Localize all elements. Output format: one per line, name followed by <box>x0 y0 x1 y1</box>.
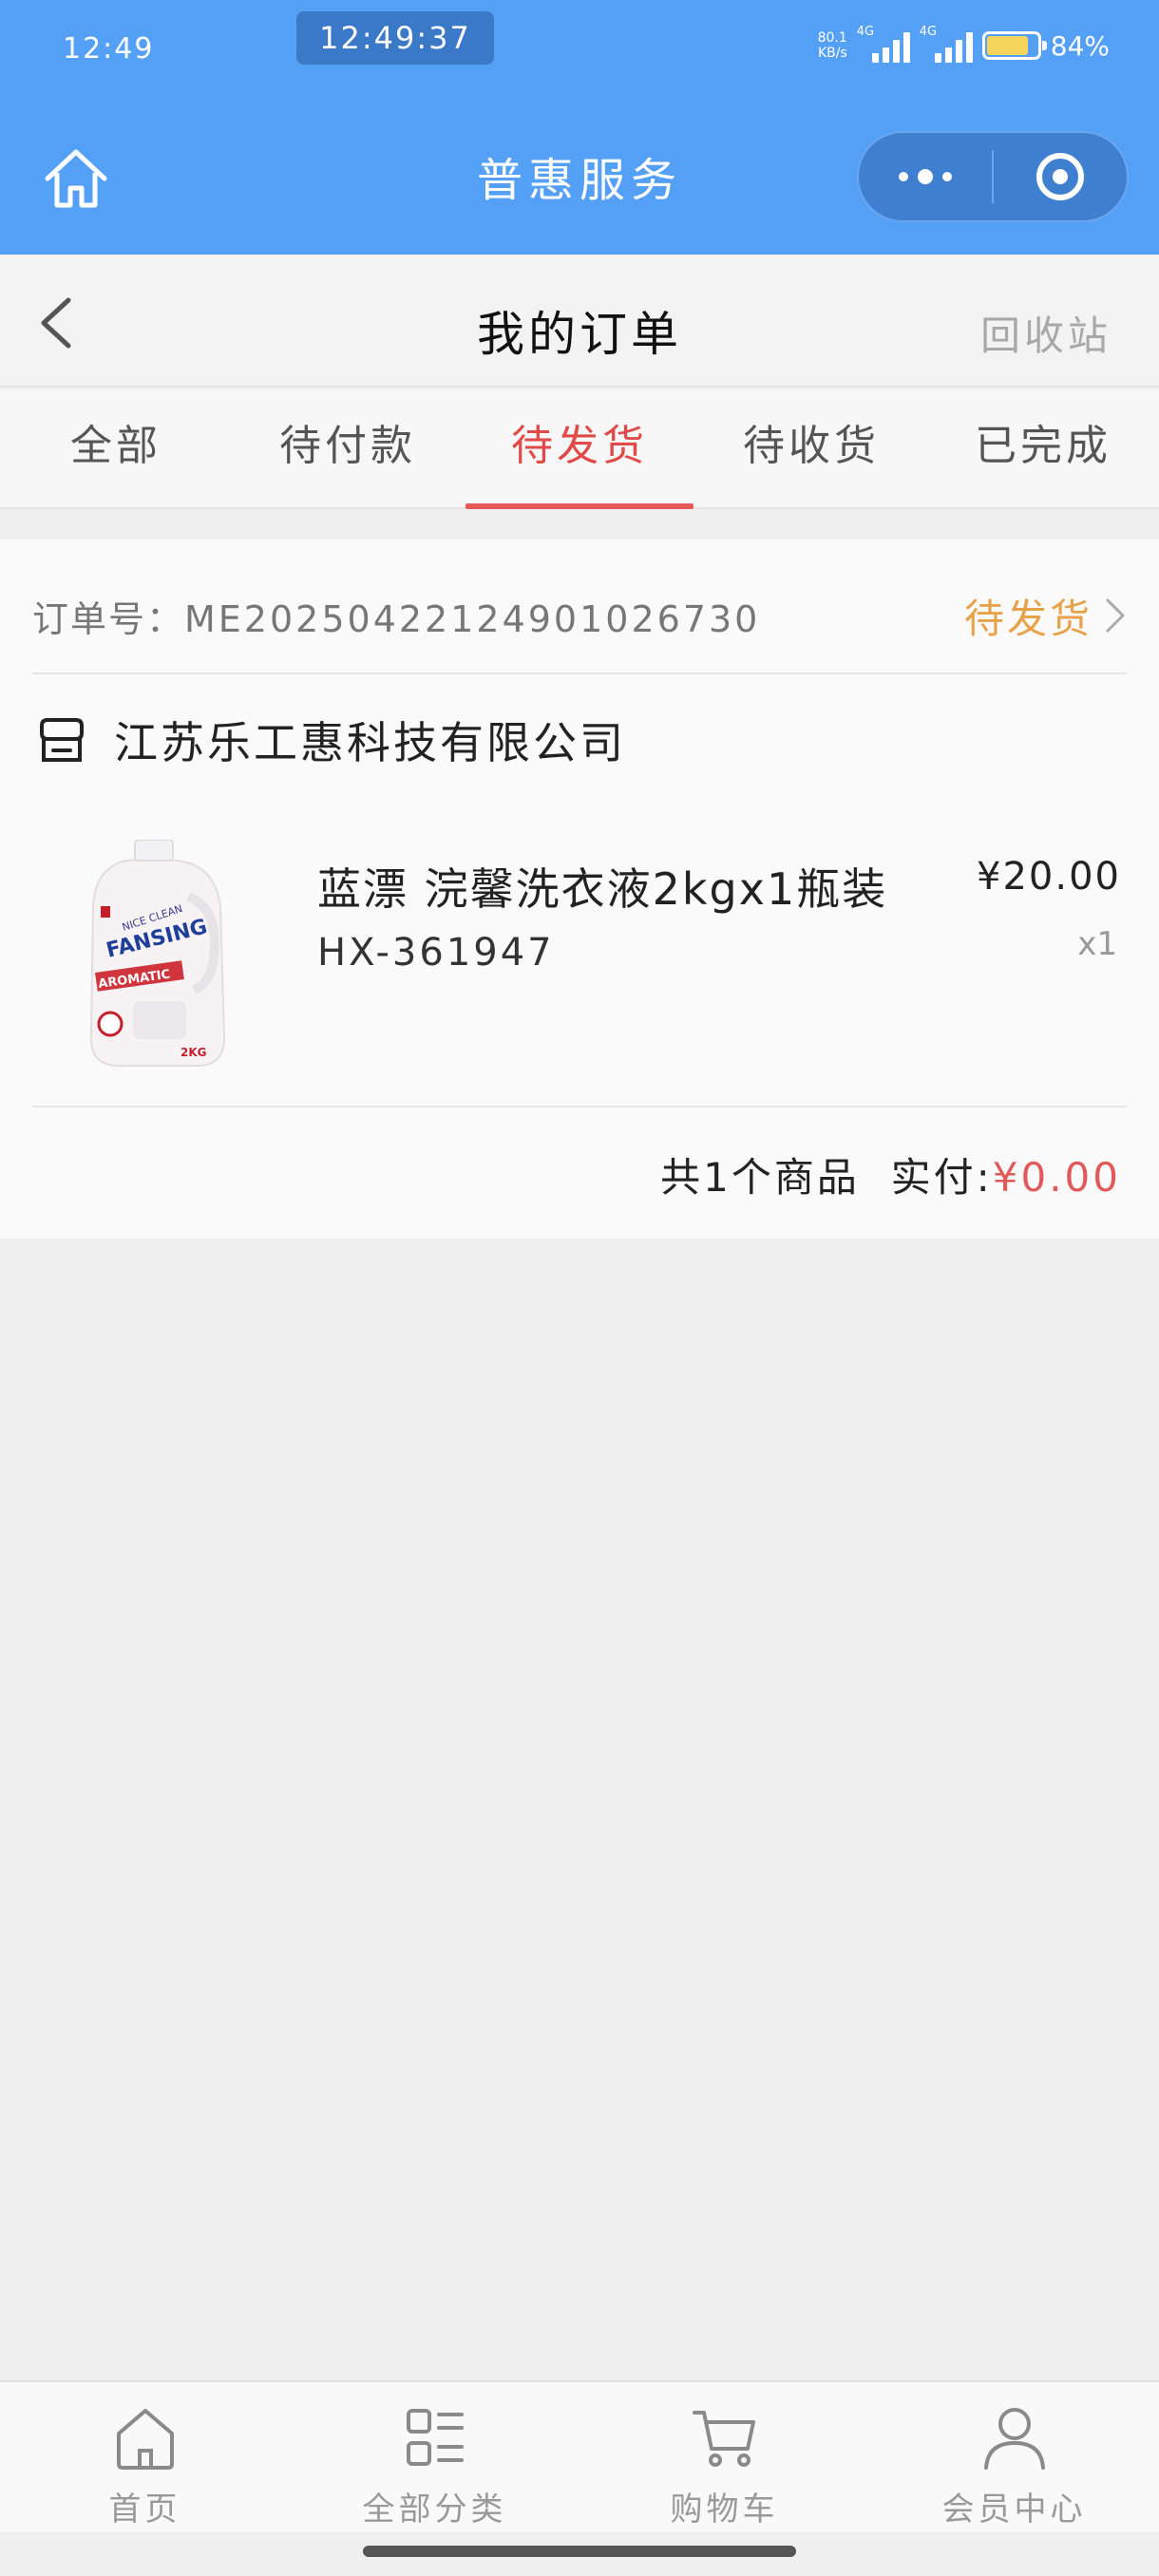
product-spec: HX-361947 <box>317 931 555 975</box>
svg-text:2KG: 2KG <box>180 1046 207 1059</box>
bottom-tab-cart[interactable]: 购物车 <box>580 2382 869 2532</box>
clock-overlay: 12:49:37 <box>296 11 494 65</box>
divider <box>32 1106 1127 1108</box>
bottom-tab-member[interactable]: 会员中心 <box>869 2382 1159 2532</box>
chevron-right-icon <box>1106 598 1125 633</box>
status-indicators: 80.1 KB/s 4G 4G 84% <box>817 25 1110 63</box>
tab-completed[interactable]: 已完成 <box>927 389 1159 507</box>
divider <box>32 672 1127 674</box>
order-summary: 共1个商品 实付:¥0.00 <box>660 1154 1121 1201</box>
bottom-tab-bar: 首页 全部分类 购物车 会员中心 <box>0 2380 1159 2532</box>
page-nav: 我的订单 回收站 <box>0 255 1159 388</box>
bottom-tab-home[interactable]: 首页 <box>0 2382 290 2532</box>
status-time: 12:49 <box>63 32 155 66</box>
store-icon <box>40 718 84 762</box>
order-header: 订单号：ME20250422124901026730 待发货 <box>32 578 1127 653</box>
category-icon <box>406 2409 464 2466</box>
shop-row[interactable]: 江苏乐工惠科技有限公司 <box>36 709 626 771</box>
more-dots-icon[interactable] <box>859 133 992 220</box>
tab-pending-payment[interactable]: 待付款 <box>232 389 464 507</box>
user-icon <box>983 2408 1045 2470</box>
order-status[interactable]: 待发货 <box>964 587 1127 645</box>
capsule-menu <box>857 131 1129 222</box>
tab-pending-shipment[interactable]: 待发货 <box>464 389 695 509</box>
shop-name: 江苏乐工惠科技有限公司 <box>114 717 626 768</box>
order-tabs: 全部 待付款 待发货 待收货 已完成 <box>0 389 1159 509</box>
tab-all[interactable]: 全部 <box>0 389 232 507</box>
recycle-bin-link[interactable]: 回收站 <box>980 304 1112 362</box>
tab-pending-receipt[interactable]: 待收货 <box>695 389 927 507</box>
product-price: ¥20.00 <box>977 855 1121 899</box>
battery-icon <box>981 31 1047 60</box>
signal-icon: 4G <box>857 25 910 63</box>
net-speed: 80.1 KB/s <box>817 30 847 61</box>
cart-icon <box>692 2411 755 2467</box>
detergent-bottle-image[interactable]: NICE CLEAN FANSING AROMATIC 2KG <box>82 839 234 1071</box>
target-close-icon[interactable] <box>994 133 1127 220</box>
order-card[interactable]: 订单号：ME20250422124901026730 待发货 江苏乐工惠科技有限… <box>0 540 1159 1239</box>
paid-amount: ¥0.00 <box>992 1154 1121 1201</box>
home-icon <box>116 2409 174 2470</box>
signal-icon: 4G <box>920 25 973 63</box>
bottom-tab-categories[interactable]: 全部分类 <box>290 2382 580 2532</box>
order-number: 订单号：ME20250422124901026730 <box>32 597 761 640</box>
product-quantity: x1 <box>1077 925 1117 963</box>
product-name[interactable]: 蓝漂 浣馨洗衣液2kgx1瓶装 <box>317 855 887 918</box>
home-indicator[interactable] <box>363 2546 796 2557</box>
battery-percent: 84% <box>1050 29 1110 62</box>
mini-program-header: 12:49 12:49:37 80.1 KB/s 4G 4G 84% 普惠服务 <box>0 0 1159 255</box>
